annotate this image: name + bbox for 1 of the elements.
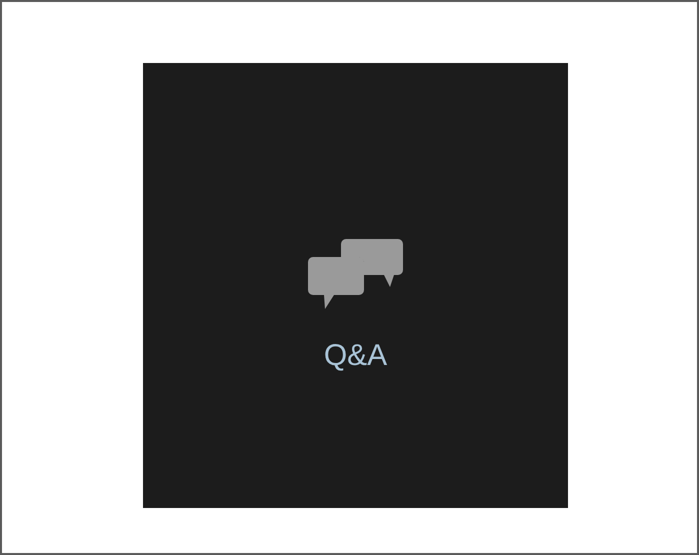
- qa-button[interactable]: Q&A: [143, 63, 568, 508]
